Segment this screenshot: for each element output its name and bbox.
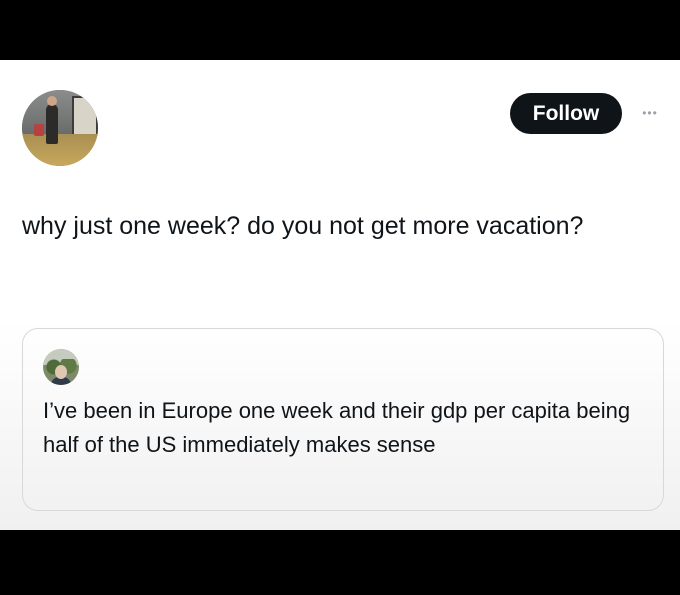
avatar-window [72, 96, 98, 136]
quoted-author-avatar [43, 349, 79, 385]
avatar-person [46, 96, 58, 144]
post-text: why just one week? do you not get more v… [22, 212, 584, 240]
author-avatar[interactable] [22, 90, 98, 166]
quoted-post-text: I’ve been in Europe one week and their g… [43, 398, 631, 457]
more-horizontal-icon[interactable]: ••• [639, 103, 661, 123]
screenshot-frame: Follow ••• why just one week? do you not… [0, 0, 680, 595]
quoted-avatar-face [55, 365, 67, 379]
quoted-post-card[interactable]: I’ve been in Europe one week and their g… [22, 328, 664, 511]
follow-button[interactable]: Follow [510, 93, 622, 134]
avatar-floor [22, 134, 98, 166]
avatar-bag [34, 124, 44, 136]
post-card: Follow ••• why just one week? do you not… [0, 60, 680, 530]
